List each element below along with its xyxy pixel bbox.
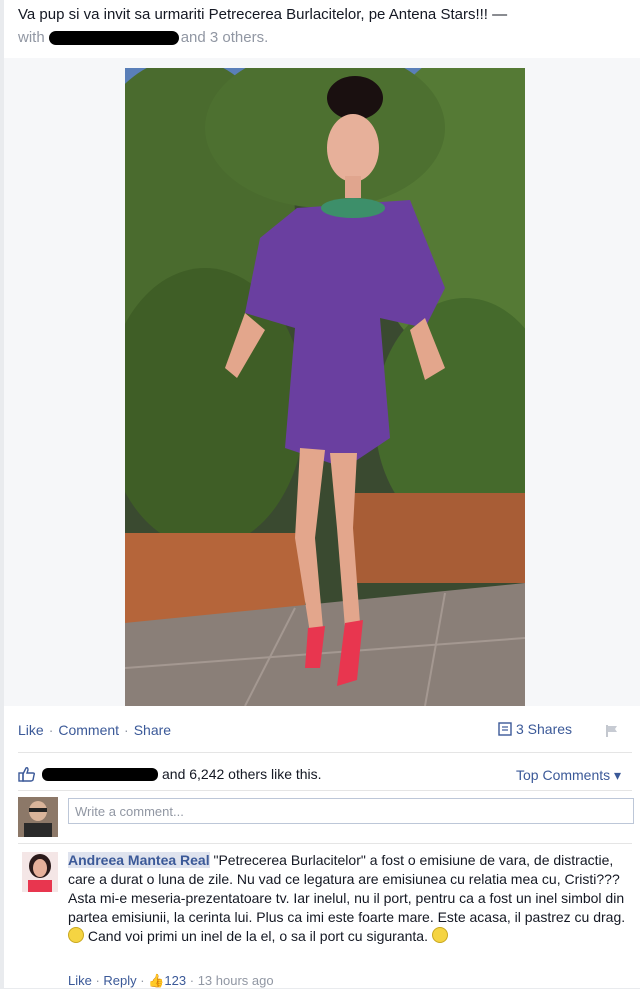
separator-dot: · [48,722,54,738]
tagged-others-link[interactable]: and 3 others. [181,29,269,47]
comment-time[interactable]: 13 hours ago [198,973,274,988]
like-count-value: 123 [164,973,187,988]
photo-frame [4,58,640,706]
comment-reply-link[interactable]: Reply [103,973,136,988]
tagged-with: with and 3 others. [18,29,268,47]
thumbs-up-icon [18,767,36,782]
avatar-image [22,852,58,892]
with-prefix: with [18,29,45,46]
share-link[interactable]: Share [134,722,171,738]
post-actions: Like · Comment · Share [18,722,171,738]
comment-author-link[interactable]: Andreea Mantea Real [68,852,210,868]
comment-input[interactable]: Write a comment... [68,798,634,824]
avatar-image [18,797,58,837]
redacted-name [48,31,179,45]
flag-icon[interactable] [605,724,619,738]
separator-dot: · [124,722,129,738]
divider [18,752,632,753]
likes-summary: and 6,242 others like this. [18,765,322,783]
comment-text-continued: Cand voi primi un inel de la el, o sa il… [84,928,428,944]
comment-body: Andreea Mantea Real "Petrecerea Burlacit… [68,851,634,946]
comment-like-link[interactable]: Like [68,973,92,988]
comment-link[interactable]: Comment [58,722,119,738]
divider [18,790,632,791]
shares-count: 3 Shares [516,721,573,737]
comment-like-count[interactable]: 👍123 [148,973,186,988]
likes-text[interactable]: and 6,242 others like this. [162,766,322,782]
top-comments-dropdown[interactable]: Top Comments ▾ [516,767,621,784]
user-avatar[interactable] [18,797,58,837]
post-message: Va pup si va invit sa urmariti Petrecere… [18,6,508,23]
redacted-name [42,767,158,781]
shares-count-link[interactable]: 3 Shares [498,721,572,737]
commenter-avatar[interactable] [22,852,58,892]
share-icon [498,722,512,736]
divider [18,843,632,844]
smile-emoticon-icon [68,927,84,943]
comment-meta: Like · Reply · 👍123 · 13 hours ago [68,973,274,988]
like-link[interactable]: Like [18,722,44,738]
post-photo[interactable] [125,68,525,706]
photo-illustration [125,68,525,706]
smile-emoticon-icon [431,927,448,943]
post-card: Va pup si va invit sa urmariti Petrecere… [4,0,640,988]
